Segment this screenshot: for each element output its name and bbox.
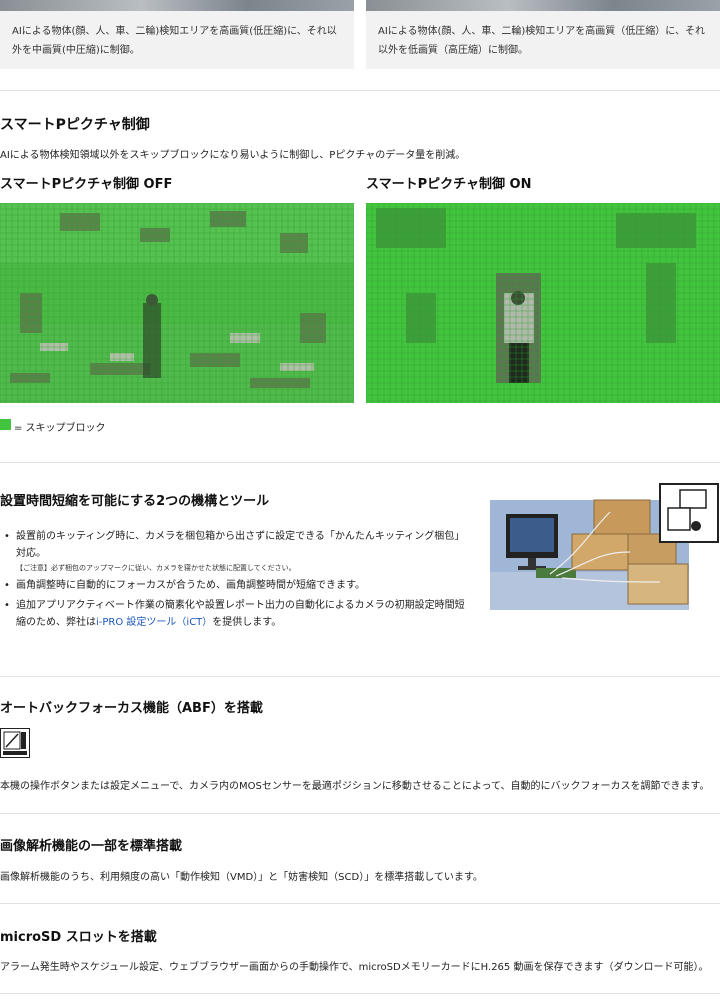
section-title-setup: 設置時間短縮を可能にする2つの機構とツール [0, 494, 270, 509]
bullet-text: を提供します。 [212, 617, 282, 628]
divider [0, 993, 720, 994]
skip-block-swatch [0, 419, 11, 430]
divider [0, 462, 720, 463]
legend-text: = スキップブロック [14, 423, 106, 434]
list-item: • 追加アプリアクティベート作業の簡素化や設置レポート出力の自動化によるカメラの… [4, 600, 465, 628]
divider [0, 676, 720, 677]
auto-back-focus-icon [0, 728, 30, 758]
divider [0, 903, 720, 904]
bullet-text: 設置前のキッティング時に、カメラを梱包箱から出さずに設定できる「かんたんキッティ… [16, 531, 465, 559]
microsd-description: アラーム発生時やスケジュール設定、ウェブブラウザー画面からの手動操作で、micr… [0, 962, 709, 973]
analysis-description: 画像解析機能のうち、利用頻度の高い「動作検知（VMD）」と「妨害検知（SCD）」… [0, 872, 483, 883]
smart-p-on-title: スマートPピクチャ制御 ON [366, 177, 532, 192]
setup-illustration [490, 482, 720, 610]
caption-left: AIによる物体(顔、人、車、二輪)検知エリアを高画質(低圧縮)に、それ以外を中画… [12, 26, 337, 56]
ict-tool-link[interactable]: i-PRO 設定ツール（iCT） [96, 617, 212, 628]
caption-right: AIによる物体(顔、人、車、二輪)検知エリアを高画質（低圧縮）に、それ以外を低画… [378, 26, 705, 56]
section-title-abf: オートバックフォーカス機能（ABF）を搭載 [0, 701, 263, 716]
section-title-analysis: 画像解析機能の一部を標準搭載 [0, 839, 183, 854]
divider [0, 813, 720, 814]
list-item: • 設置前のキッティング時に、カメラを梱包箱から出さずに設定できる「かんたんキッ… [0, 528, 470, 574]
smart-p-off-title: スマートPピクチャ制御 OFF [0, 177, 173, 192]
caption-box-right: AIによる物体(顔、人、車、二輪)検知エリアを高画質（低圧縮）に、それ以外を低画… [366, 11, 720, 69]
divider [0, 90, 720, 91]
smart-p-on-image [366, 203, 720, 403]
smart-p-description: AIによる物体検知領域以外をスキップブロックになり易いように制御し、Pピクチャの… [0, 150, 466, 161]
caption-box-left: AIによる物体(顔、人、車、二輪)検知エリアを高画質(低圧縮)に、それ以外を中画… [0, 11, 354, 69]
smart-p-off-image [0, 203, 354, 403]
top-right-image [366, 0, 720, 11]
list-item: • 画角調整時に自動的にフォーカスが合うため、画角調整時間が短縮できます。 [4, 580, 365, 591]
section-title-microsd: microSD スロットを搭載 [0, 930, 157, 945]
abf-description: 本機の操作ボタンまたは設定メニューで、カメラ内のMOSセンサーを最適ポジションに… [0, 781, 710, 792]
section-title-smart-p: スマートPピクチャ制御 [0, 117, 150, 133]
bullet-text: 画角調整時に自動的にフォーカスが合うため、画角調整時間が短縮できます。 [16, 580, 365, 591]
caution-note: 【ご注意】必ず梱包のアップマークに従い、カメラを寝かせた状態に配置してください。 [16, 564, 296, 572]
setup-bullet-list: • 設置前のキッティング時に、カメラを梱包箱から出さずに設定できる「かんたんキッ… [0, 528, 470, 634]
top-left-image [0, 0, 354, 11]
